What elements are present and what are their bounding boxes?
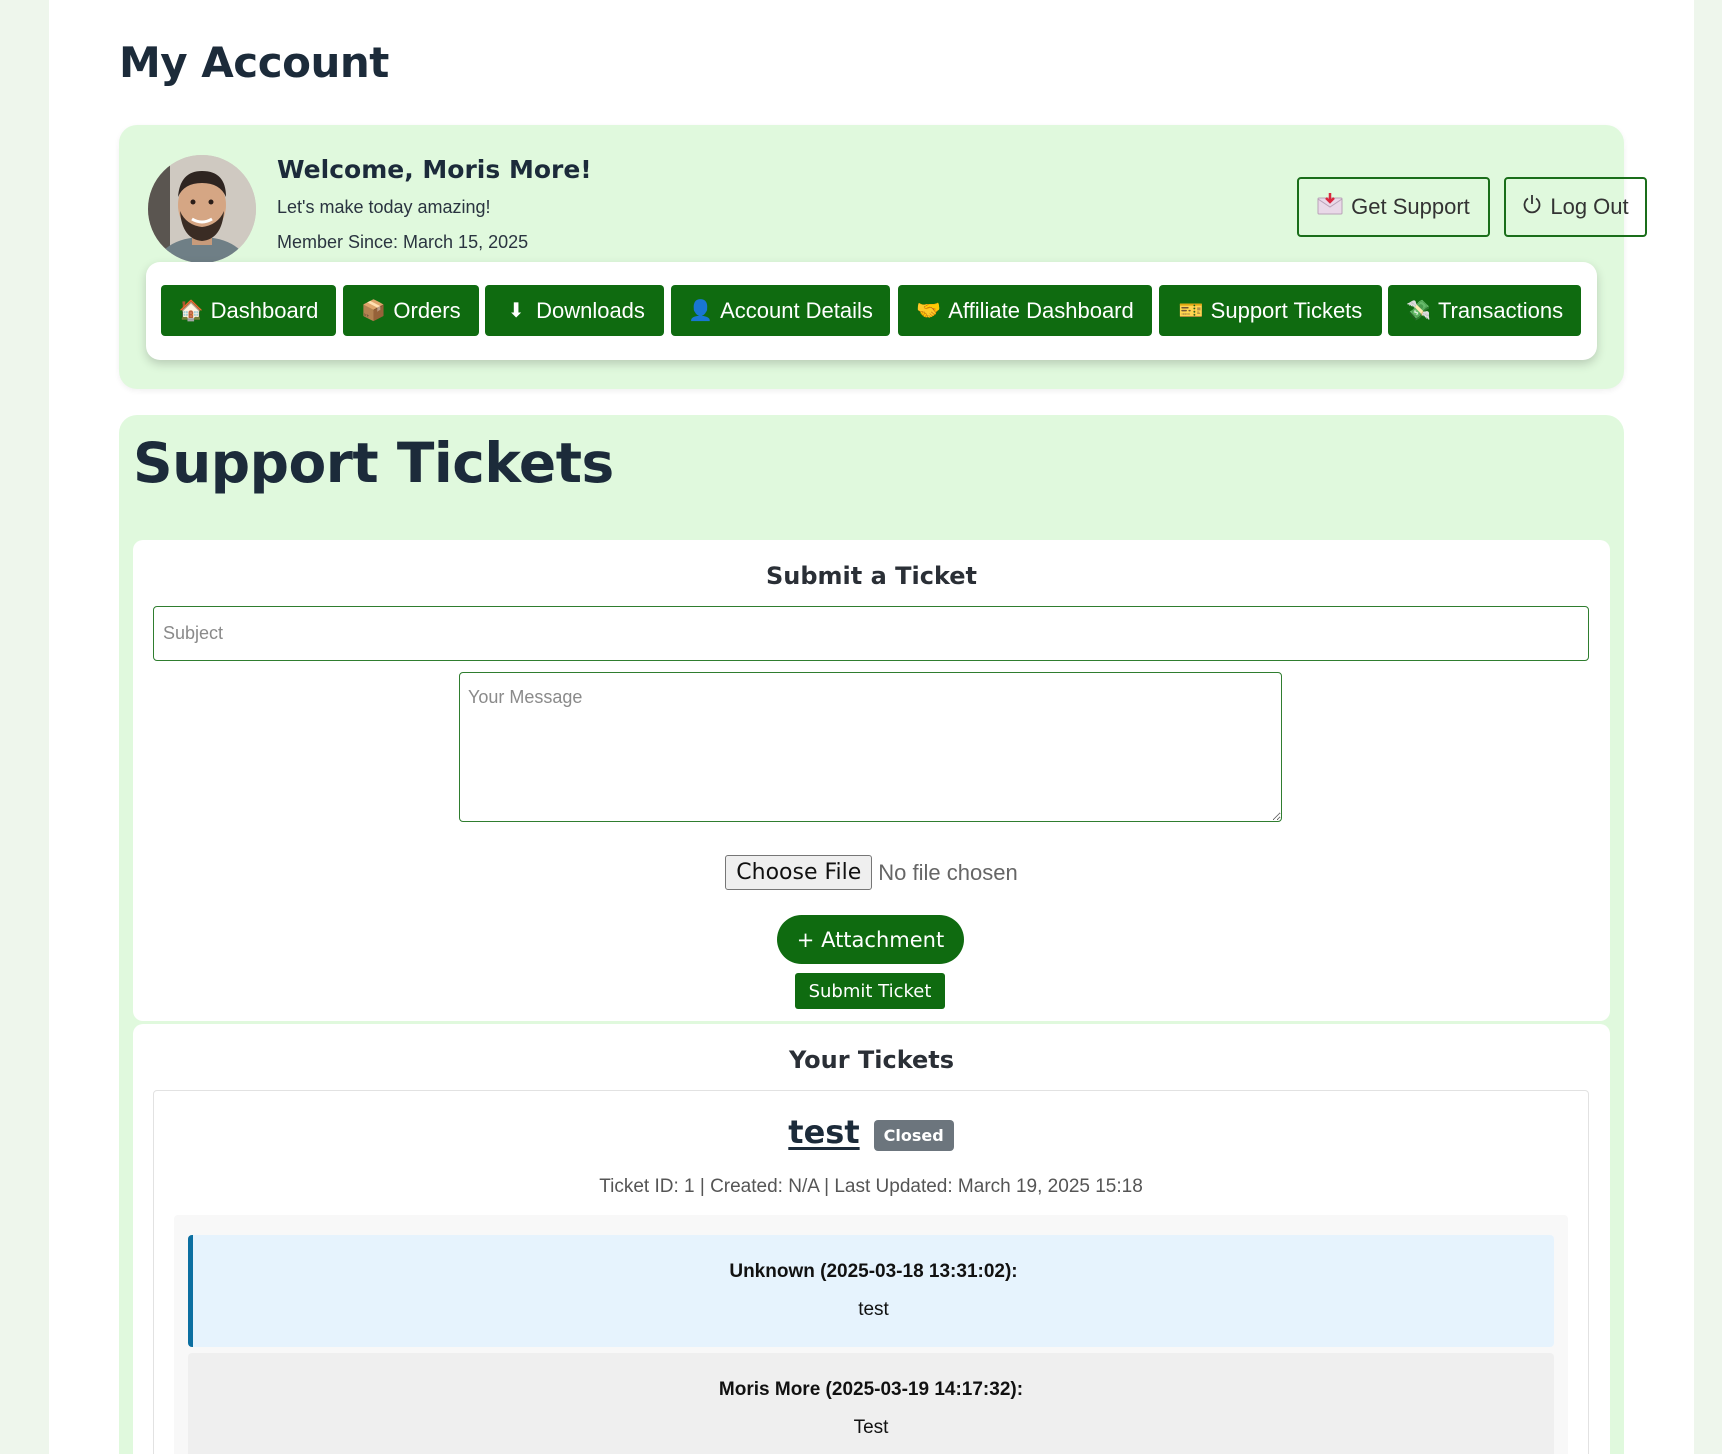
get-support-button[interactable]: Get Support <box>1297 177 1490 237</box>
account-header-card: Welcome, Moris More! Let's make today am… <box>119 125 1647 389</box>
avatar <box>148 155 256 263</box>
submit-ticket-card: Submit a Ticket Choose File No file chos… <box>133 540 1610 1021</box>
ticket-title-row: test Closed <box>154 1113 1588 1151</box>
nav-affiliate-dashboard-label: Affiliate Dashboard <box>948 297 1134 323</box>
ticket-thread: Unknown (2025-03-18 13:31:02): test Mori… <box>174 1215 1568 1454</box>
message-author: Unknown (2025-03-18 13:31:02): <box>729 1261 1018 1282</box>
nav-support-tickets[interactable]: 🎫 Support Tickets <box>1159 285 1382 336</box>
account-nav: 🏠 Dashboard 📦 Orders ⬇ Downloads 👤 Accou… <box>146 262 1597 360</box>
nav-dashboard-label: Dashboard <box>210 297 319 323</box>
message-textarea[interactable] <box>459 672 1282 822</box>
nav-dashboard[interactable]: 🏠 Dashboard <box>161 285 336 336</box>
tagline-text: Let's make today amazing! <box>277 197 491 217</box>
subject-input[interactable] <box>153 606 1589 661</box>
ticket-message: Moris More (2025-03-19 14:17:32): Test <box>188 1353 1554 1454</box>
message-author: Moris More (2025-03-19 14:17:32): <box>718 1379 1024 1400</box>
nav-transactions[interactable]: 💸 Transactions <box>1388 285 1581 336</box>
user-silhouette-icon: 👤 <box>688 300 713 322</box>
power-icon <box>1522 194 1542 220</box>
no-file-text: No file chosen <box>878 859 1018 885</box>
submit-ticket-heading: Submit a Ticket <box>765 562 978 590</box>
support-tickets-section: Support Tickets Submit a Ticket Choose F… <box>119 415 1624 1454</box>
nav-transactions-label: Transactions <box>1437 297 1564 323</box>
member-since-text: Member Since: March 15, 2025 <box>277 232 529 252</box>
message-text: Test <box>853 1417 889 1438</box>
ticket-title-link[interactable]: test <box>788 1113 859 1151</box>
house-icon: 🏠 <box>178 300 204 322</box>
get-support-label: Get Support <box>1351 194 1470 219</box>
download-arrow-icon: ⬇ <box>507 300 525 322</box>
ticket-icon: 🎫 <box>1178 300 1204 322</box>
ticket-item: test Closed Ticket ID: 1 | Created: N/A … <box>153 1090 1589 1454</box>
envelope-icon <box>1317 193 1343 221</box>
welcome-heading: Welcome, Moris More! <box>277 155 592 184</box>
page-title: My Account <box>119 38 389 87</box>
money-icon: 💸 <box>1405 300 1431 322</box>
file-picker: Choose File No file chosen <box>133 855 1610 890</box>
package-icon: 📦 <box>361 300 387 322</box>
page-container: My Account Welcome, Moris More! Let's ma… <box>49 0 1694 1454</box>
choose-file-button[interactable]: Choose File <box>725 855 873 890</box>
add-attachment-button[interactable]: + Attachment <box>777 915 964 964</box>
status-badge: Closed <box>873 1119 954 1151</box>
your-tickets-heading: Your Tickets <box>788 1046 955 1074</box>
log-out-button[interactable]: Log Out <box>1504 177 1647 237</box>
nav-account-details[interactable]: 👤 Account Details <box>671 285 890 336</box>
submit-ticket-button[interactable]: Submit Ticket <box>795 973 945 1009</box>
section-title: Support Tickets <box>133 431 614 495</box>
nav-orders-label: Orders <box>393 297 461 323</box>
ticket-meta: Ticket ID: 1 | Created: N/A | Last Updat… <box>599 1176 1143 1197</box>
nav-downloads-label: Downloads <box>536 297 645 323</box>
message-text: test <box>858 1299 889 1320</box>
nav-orders[interactable]: 📦 Orders <box>343 285 479 336</box>
nav-affiliate-dashboard[interactable]: 🤝 Affiliate Dashboard <box>898 285 1152 336</box>
your-tickets-card: Your Tickets test Closed Ticket ID: 1 | … <box>133 1024 1610 1454</box>
ticket-message: Unknown (2025-03-18 13:31:02): test <box>188 1235 1554 1347</box>
nav-account-details-label: Account Details <box>720 297 873 323</box>
log-out-label: Log Out <box>1550 194 1629 219</box>
nav-support-tickets-label: Support Tickets <box>1210 297 1363 323</box>
nav-downloads[interactable]: ⬇ Downloads <box>485 285 664 336</box>
handshake-icon: 🤝 <box>916 300 942 322</box>
